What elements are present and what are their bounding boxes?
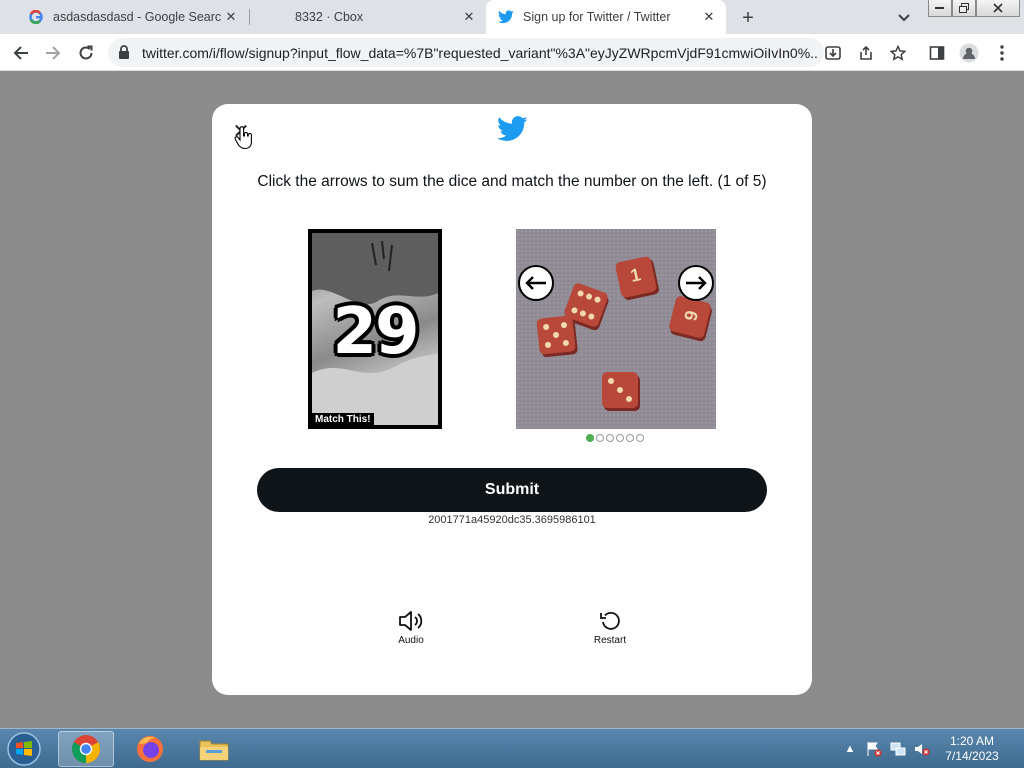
die-face-number: 6 (679, 308, 702, 323)
pagination-dot (636, 434, 644, 442)
tab-cbox[interactable]: 8332 · Cbox ✕ (250, 0, 486, 34)
windows-taskbar: ▲ 1:20 AM 7/14/2023 (0, 728, 1024, 768)
restart-label: Restart (593, 635, 627, 646)
die: 1 (614, 255, 658, 299)
hand-pointer-cursor-icon (234, 126, 254, 150)
chrome-icon (72, 735, 100, 763)
network-icon[interactable] (890, 741, 906, 757)
audio-label: Audio (398, 635, 424, 646)
lock-icon[interactable] (118, 45, 132, 59)
clock-time: 1:20 AM (949, 734, 995, 748)
twitter-bird-icon (498, 9, 514, 25)
pagination-dot (626, 434, 634, 442)
system-clock[interactable]: 1:20 AM 7/14/2023 (940, 734, 1004, 764)
dice-image: 1 6 (516, 229, 716, 429)
close-tab-icon[interactable]: ✕ (460, 8, 478, 26)
taskbar-firefox[interactable] (122, 731, 178, 767)
file-explorer-icon (199, 740, 229, 761)
restart-icon (596, 609, 624, 633)
back-icon[interactable] (8, 40, 34, 66)
profile-avatar-icon[interactable] (956, 40, 982, 66)
blank-favicon-icon (270, 9, 286, 25)
close-tab-icon[interactable]: ✕ (222, 8, 240, 26)
start-button[interactable] (4, 730, 44, 768)
die: 6 (668, 295, 712, 339)
pagination-dot-active (586, 434, 594, 442)
restore-window-button[interactable] (952, 0, 976, 17)
tab-google-search[interactable]: asdasdasdasd - Google Search ✕ (8, 0, 248, 34)
match-number: 29 (332, 295, 419, 369)
reload-icon[interactable] (73, 40, 99, 66)
tab-strip: asdasdasdasd - Google Search ✕ 8332 · Cb… (0, 0, 1024, 34)
previous-arrow-button[interactable] (518, 265, 554, 301)
tab-title: Sign up for Twitter / Twitter (523, 10, 671, 24)
match-label: Match This! (312, 413, 374, 425)
forward-icon[interactable] (40, 40, 66, 66)
session-id: 2001771a45920dc35.3695986101 (428, 514, 596, 526)
share-icon[interactable] (853, 40, 879, 66)
chrome-menu-icon[interactable] (989, 40, 1015, 66)
browser-toolbar: twitter.com/i/flow/signup?input_flow_dat… (0, 34, 1024, 71)
install-app-icon[interactable] (820, 40, 846, 66)
tab-search-chevron-icon[interactable] (894, 8, 914, 28)
volume-muted-icon[interactable] (914, 741, 930, 757)
twitter-bird-icon (497, 116, 528, 144)
system-tray: ▲ (842, 739, 930, 759)
side-panel-icon[interactable] (924, 40, 950, 66)
new-tab-button[interactable]: + (736, 6, 760, 30)
die (536, 315, 576, 355)
bookmark-star-icon[interactable] (885, 40, 911, 66)
die-face-number: 1 (628, 264, 643, 286)
taskbar-file-explorer[interactable] (186, 731, 242, 767)
show-hidden-icons-icon[interactable]: ▲ (842, 741, 858, 757)
tab-title: asdasdasdasd - Google Search (53, 10, 222, 24)
submit-button[interactable]: Submit (257, 468, 767, 512)
google-icon (28, 9, 44, 25)
pagination-dot (616, 434, 624, 442)
close-window-button[interactable] (976, 0, 1020, 17)
minimize-window-button[interactable] (928, 0, 952, 17)
windows-logo-icon (7, 732, 41, 766)
pagination-dot (596, 434, 604, 442)
pagination-dot (606, 434, 614, 442)
next-arrow-button[interactable] (678, 265, 714, 301)
url-text: twitter.com/i/flow/signup?input_flow_dat… (142, 45, 818, 61)
firefox-icon (137, 736, 163, 762)
signup-captcha-modal: ✕ Click the arrows to sum the dice and m… (212, 104, 812, 695)
captcha-instruction: Click the arrows to sum the dice and mat… (257, 173, 767, 190)
address-bar[interactable]: twitter.com/i/flow/signup?input_flow_dat… (108, 38, 824, 67)
audio-button[interactable]: Audio (381, 609, 441, 646)
match-target-card: 29 Match This! (308, 229, 442, 429)
tab-title: 8332 · Cbox (295, 10, 364, 24)
taskbar-chrome[interactable] (58, 731, 114, 767)
image-pagination (586, 434, 644, 444)
clock-date: 7/14/2023 (945, 749, 999, 763)
action-center-flag-icon[interactable] (866, 741, 882, 757)
match-target-image: 29 Match This! (312, 233, 438, 425)
speaker-icon (397, 609, 425, 633)
close-tab-icon[interactable]: ✕ (700, 8, 718, 26)
die (602, 372, 638, 408)
tab-twitter-signup[interactable]: Sign up for Twitter / Twitter ✕ (486, 0, 726, 34)
restart-button[interactable]: Restart (580, 609, 640, 646)
